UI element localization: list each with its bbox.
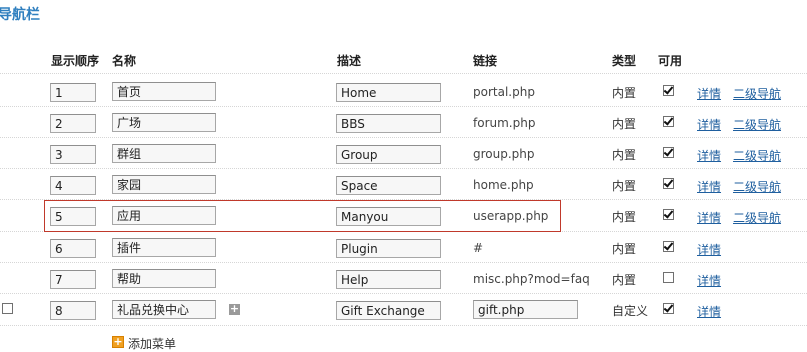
type-label: 内置 xyxy=(612,242,637,256)
detail-link[interactable]: 详情 xyxy=(697,178,721,195)
enabled-checkbox[interactable] xyxy=(663,303,674,314)
detail-link[interactable]: 详情 xyxy=(697,209,721,226)
enabled-checkbox[interactable] xyxy=(663,116,674,127)
link-text: misc.php?mod=faq xyxy=(473,272,590,286)
order-input[interactable]: 7 xyxy=(50,270,96,289)
type-label: 内置 xyxy=(612,273,637,287)
enabled-checkbox[interactable] xyxy=(663,85,674,96)
subnav-link[interactable]: 二级导航 xyxy=(733,209,781,226)
add-menu-button[interactable]: 添加菜单 xyxy=(128,335,176,352)
order-input[interactable]: 6 xyxy=(50,239,96,258)
row-divider xyxy=(0,106,807,107)
description-input[interactable]: Gift Exchange xyxy=(336,301,441,320)
type-label: 内置 xyxy=(612,117,637,131)
link-text: forum.php xyxy=(473,116,536,130)
enabled-checkbox[interactable] xyxy=(663,178,674,189)
detail-link[interactable]: 详情 xyxy=(697,116,721,133)
description-input[interactable]: Manyou xyxy=(336,207,441,226)
link-input[interactable]: gift.php xyxy=(473,300,578,319)
link-text: portal.php xyxy=(473,85,535,99)
detail-link[interactable]: 详情 xyxy=(697,303,721,320)
description-input[interactable]: Home xyxy=(336,83,441,102)
order-input[interactable]: 3 xyxy=(50,145,96,164)
description-input[interactable]: Group xyxy=(336,145,441,164)
description-input[interactable]: Plugin xyxy=(336,239,441,258)
order-input[interactable]: 8 xyxy=(50,301,96,320)
column-header-enabled: 可用 xyxy=(658,54,683,68)
name-input[interactable]: 应用 xyxy=(112,206,216,225)
column-header-type: 类型 xyxy=(612,54,637,68)
type-label: 内置 xyxy=(612,179,637,193)
name-input[interactable]: 帮助 xyxy=(112,269,216,288)
enabled-checkbox[interactable] xyxy=(663,241,674,252)
order-input[interactable]: 1 xyxy=(50,83,96,102)
enabled-checkbox[interactable] xyxy=(663,272,674,283)
enabled-checkbox[interactable] xyxy=(663,209,674,220)
name-input[interactable]: 家园 xyxy=(112,175,216,194)
detail-link[interactable]: 详情 xyxy=(697,272,721,289)
detail-link[interactable]: 详情 xyxy=(697,241,721,258)
column-header-link: 链接 xyxy=(473,54,498,68)
column-header-order: 显示顺序 xyxy=(51,54,100,68)
add-subitem-icon[interactable]: + xyxy=(229,303,240,315)
link-text: home.php xyxy=(473,178,534,192)
subnav-link[interactable]: 二级导航 xyxy=(733,116,781,133)
description-input[interactable]: Help xyxy=(336,270,441,289)
enabled-checkbox[interactable] xyxy=(663,147,674,158)
name-input[interactable]: 首页 xyxy=(112,82,216,101)
row-divider xyxy=(0,73,807,74)
subnav-link[interactable]: 二级导航 xyxy=(733,178,781,195)
subnav-link[interactable]: 二级导航 xyxy=(733,147,781,164)
detail-link[interactable]: 详情 xyxy=(697,85,721,102)
detail-link[interactable]: 详情 xyxy=(697,147,721,164)
row-divider xyxy=(0,168,807,169)
page-title: 导航栏 xyxy=(0,7,40,23)
order-input[interactable]: 5 xyxy=(50,207,96,226)
link-text: # xyxy=(473,241,484,255)
row-divider xyxy=(0,137,807,138)
subnav-link[interactable]: 二级导航 xyxy=(733,85,781,102)
description-input[interactable]: BBS xyxy=(336,114,441,133)
type-label: 内置 xyxy=(612,148,637,162)
name-input[interactable]: 插件 xyxy=(112,238,216,257)
order-input[interactable]: 2 xyxy=(50,114,96,133)
type-label: 自定义 xyxy=(612,304,649,318)
type-label: 内置 xyxy=(612,86,637,100)
delete-checkbox[interactable] xyxy=(2,303,13,314)
name-input[interactable]: 广场 xyxy=(112,113,216,132)
column-header-desc: 描述 xyxy=(337,54,362,68)
order-input[interactable]: 4 xyxy=(50,176,96,195)
link-text: userapp.php xyxy=(473,209,549,223)
column-header-name: 名称 xyxy=(112,54,137,68)
link-text: group.php xyxy=(473,147,535,161)
type-label: 内置 xyxy=(612,210,637,224)
description-input[interactable]: Space xyxy=(336,176,441,195)
row-divider xyxy=(0,293,807,294)
row-divider xyxy=(0,325,807,326)
name-input[interactable]: 礼品兑换中心 xyxy=(112,300,216,319)
row-divider xyxy=(0,262,807,263)
plus-icon[interactable]: + xyxy=(112,336,124,348)
name-input[interactable]: 群组 xyxy=(112,144,216,163)
